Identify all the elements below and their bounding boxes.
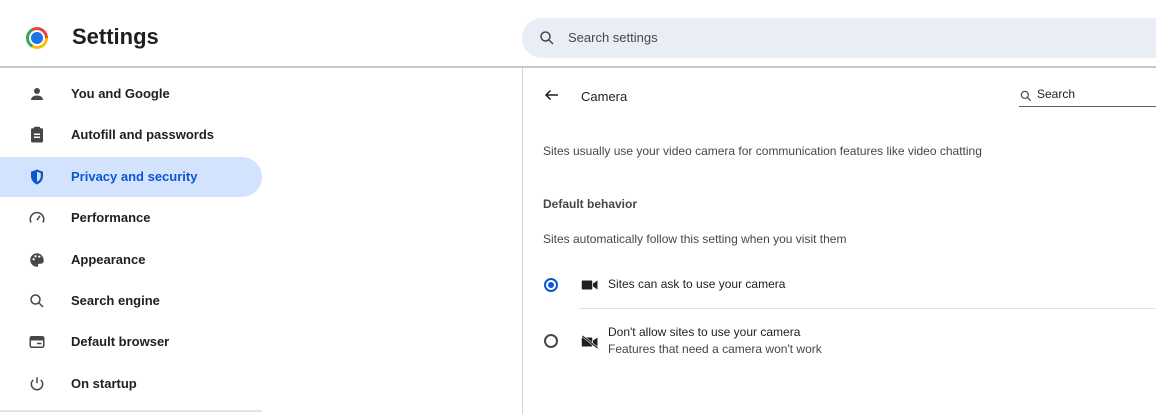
person-icon	[31, 88, 43, 100]
shield-icon	[31, 169, 43, 185]
header: Settings Search settings	[0, 0, 1156, 68]
sidebar-divider	[0, 410, 262, 412]
subpage-search-input[interactable]: Search	[1019, 86, 1156, 107]
default-behavior-heading: Default behavior	[543, 197, 638, 211]
search-placeholder: Search	[1037, 87, 1076, 101]
search-icon	[30, 294, 44, 308]
chrome-logo-icon	[26, 27, 48, 49]
subpage-title: Camera	[581, 89, 628, 104]
sidebar: You and Google Autofill and passwords Pr…	[0, 68, 522, 414]
option-sublabel: Features that need a camera won't work	[608, 342, 822, 356]
camera-off-icon	[581, 335, 599, 349]
sidebar-item-label: Search engine	[71, 293, 160, 308]
camera-description: Sites usually use your video camera for …	[543, 144, 982, 158]
search-icon	[540, 31, 554, 45]
option-label: Sites can ask to use your camera	[608, 277, 786, 291]
default-behavior-subtitle: Sites automatically follow this setting …	[543, 232, 847, 246]
option-label: Don't allow sites to use your camera	[608, 325, 801, 339]
sidebar-item-label: You and Google	[71, 86, 170, 101]
sidebar-item-label: Default browser	[71, 334, 170, 349]
radio-selected[interactable]	[544, 278, 558, 292]
sidebar-item-on-startup[interactable]: On startup	[0, 364, 262, 404]
browser-window-icon	[29, 336, 45, 348]
sidebar-item-label: Privacy and security	[71, 169, 198, 184]
sidebar-item-default-browser[interactable]: Default browser	[0, 322, 262, 362]
page-title: Settings	[72, 24, 159, 49]
camera-icon	[581, 280, 598, 290]
palette-icon	[30, 253, 44, 267]
search-placeholder: Search settings	[568, 30, 658, 45]
option-divider	[579, 308, 1156, 309]
sidebar-item-performance[interactable]: Performance	[0, 198, 262, 238]
sidebar-item-privacy-and-security[interactable]: Privacy and security	[0, 157, 262, 197]
back-arrow-icon[interactable]	[543, 86, 561, 104]
sidebar-item-autofill[interactable]: Autofill and passwords	[0, 115, 262, 155]
option-block-camera[interactable]: Don't allow sites to use your camera Fea…	[523, 320, 1156, 368]
sidebar-item-you-and-google[interactable]: You and Google	[0, 74, 262, 114]
sidebar-item-appearance[interactable]: Appearance	[0, 240, 262, 280]
sidebar-item-label: On startup	[71, 376, 137, 391]
sidebar-item-search-engine[interactable]: Search engine	[0, 281, 262, 321]
sidebar-item-label: Autofill and passwords	[71, 127, 215, 142]
option-allow-camera[interactable]: Sites can ask to use your camera	[523, 268, 1156, 304]
clipboard-icon	[31, 126, 43, 143]
radio-unselected[interactable]	[544, 334, 558, 348]
sidebar-item-label: Performance	[71, 210, 151, 225]
speedometer-icon	[29, 211, 45, 223]
power-icon	[30, 377, 44, 391]
search-icon	[1020, 90, 1032, 102]
settings-search-input[interactable]: Search settings	[522, 18, 1156, 58]
sidebar-item-label: Appearance	[71, 252, 146, 267]
camera-settings-panel: Camera Search Sites usually use your vid…	[522, 68, 1156, 414]
